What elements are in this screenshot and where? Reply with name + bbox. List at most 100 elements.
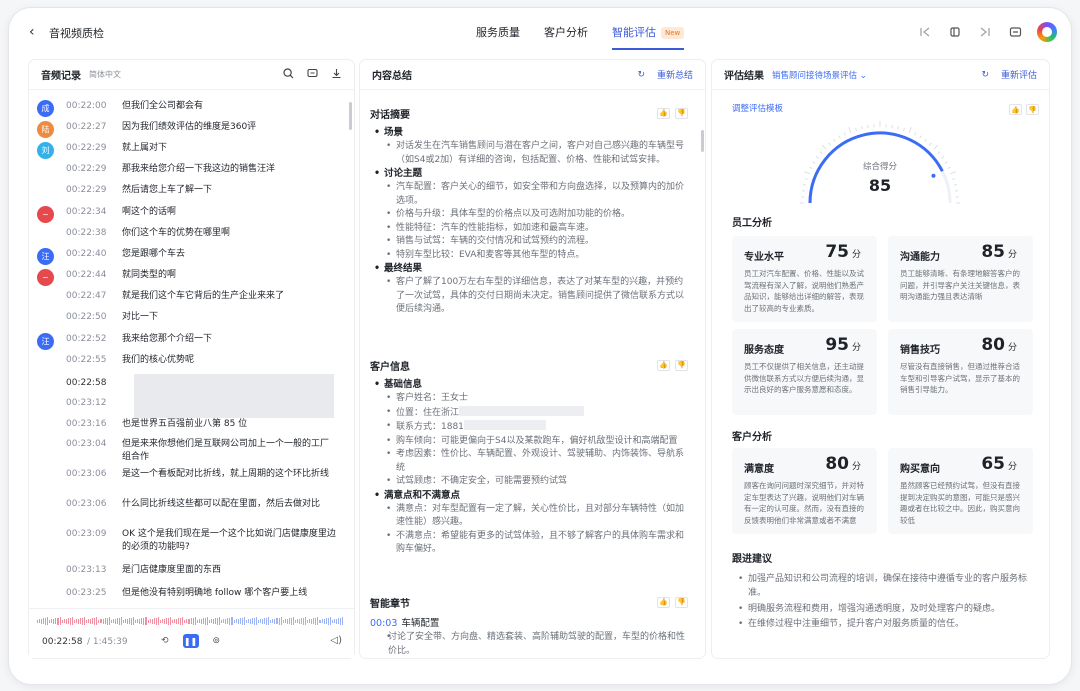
transcript-row[interactable]: 00:23:06 是这一个看板配对比折线，就上周期的这个环比折线 [37, 468, 337, 485]
bullet-text: 汽车配置：客户关心的细节，如安全带和方向盘选择，以及预算内的加价选项。 [396, 182, 685, 206]
row-time[interactable]: 00:23:09 [66, 528, 122, 541]
row-time[interactable]: 00:22:38 [66, 227, 122, 240]
row-time[interactable]: 00:22:27 [66, 121, 122, 134]
row-text: 但是他没有特别明确地 follow 哪个客户要上线 [122, 588, 308, 598]
tab-customer-analysis[interactable]: 客户分析 [532, 8, 600, 58]
re-evaluate-label: 重新评估 [1000, 71, 1037, 81]
top-bar: ‹ 音视频质检 服务质量 客户分析 智能评估 New [9, 8, 1071, 58]
row-text: 就同类型的啊 [122, 270, 177, 280]
transcript-row[interactable]: ~00:22:34 啊这个的话啊 [37, 206, 337, 223]
regenerate-summary-button[interactable]: ↻ 重新总结 [637, 68, 693, 82]
transcript-row[interactable]: 刘 00:22:29 就上属对下 [37, 142, 337, 159]
thumbs-down-icon[interactable]: 👎 [675, 359, 688, 371]
last-page-icon[interactable] [977, 24, 993, 40]
rewind-icon[interactable]: ⟲ [161, 636, 169, 646]
search-icon[interactable] [283, 67, 294, 82]
row-text: 也是世界五百强前业八第 85 位 [122, 419, 248, 429]
refresh-icon: ↻ [637, 69, 645, 80]
row-text: 我来给您那个介绍一下 [122, 334, 213, 344]
row-time[interactable]: 00:22:29 [66, 142, 122, 155]
adjust-template-link[interactable]: 调整评估模板 [732, 102, 783, 114]
transcript-row[interactable]: 00:22:47 就是我们这个车它背后的生产企业来来了 [37, 290, 337, 307]
thumbs-up-icon[interactable]: 👍 [1009, 104, 1022, 115]
scene-selector[interactable]: 销售顾问接待场景评估 ⌄ [772, 69, 867, 81]
speaker-avatar: 陆 [37, 121, 54, 138]
row-time[interactable]: 00:23:16 [66, 418, 122, 431]
thumbs-up-icon[interactable]: 👍 [657, 359, 670, 371]
back-button[interactable]: ‹ [29, 24, 35, 40]
transcript-row[interactable]: 汪 00:22:40 您是跟哪个车去 [37, 248, 337, 265]
transcript-scrollbar[interactable] [349, 102, 352, 130]
assistant-logo-icon[interactable] [1037, 22, 1057, 42]
gauge-tick [838, 135, 841, 139]
row-time[interactable]: 00:22:58 [66, 377, 122, 390]
transcript-row[interactable]: 汪 00:22:52 我来给您那个介绍一下 [37, 333, 337, 350]
transcript-row[interactable]: 00:23:04 但是来来你想他们是互联网公司加上一个一般的工厂组合作 [37, 438, 337, 464]
transcript-row[interactable]: 00:23:06 什么同比折线这些都可以配在里面，然后去做对比 [37, 498, 337, 515]
thumbs-down-icon[interactable]: 👎 [1026, 104, 1039, 115]
transcript-row[interactable]: 00:22:50 对比一下 [37, 311, 337, 328]
row-time[interactable]: 00:22:34 [66, 206, 122, 219]
row-time[interactable]: 00:23:12 [66, 397, 122, 410]
row-time[interactable]: 00:23:06 [66, 468, 122, 481]
row-time[interactable]: 00:22:50 [66, 311, 122, 324]
transcript-row[interactable]: 00:22:29 那我来给您介绍一下我这边的销售汪洋 [37, 163, 337, 180]
transcript-row[interactable]: 00:23:09 OK 这个是我们现在是一个这个比如说门店健康度里边的必须的功能吗… [37, 528, 337, 554]
subtitle-icon[interactable] [307, 68, 318, 82]
transcript-row[interactable]: 00:22:29 然后请您上车了解一下 [37, 184, 337, 201]
row-time[interactable]: 00:22:52 [66, 333, 122, 346]
transcript-row[interactable]: ~00:22:44 就同类型的啊 [37, 269, 337, 286]
tab-label: 客户分析 [544, 26, 588, 39]
bullet-heading: 讨论主题 [370, 167, 688, 181]
pause-button[interactable]: ❚❚ [182, 634, 199, 648]
bullet-text: 联系方式：1881 [396, 422, 464, 432]
row-time[interactable]: 00:23:06 [66, 498, 122, 511]
transcript-row[interactable]: 成 00:22:00 但我们全公司都会有 [37, 100, 337, 117]
volume-icon[interactable]: ◁) [330, 635, 342, 646]
transcript-row[interactable]: 陆 00:22:27 因为我们绩效评估的维度是360评 [37, 121, 337, 138]
scene-label: 销售顾问接待场景评估 [772, 70, 858, 81]
transcript-row[interactable]: 00:23:25 但是他没有特别明确地 follow 哪个客户要上线 [37, 587, 337, 604]
thumbs-up-icon[interactable]: 👍 [657, 596, 670, 608]
transcript-row[interactable]: 00:22:38 你们这个车的优势在哪里啊 [37, 227, 337, 244]
row-time[interactable]: 00:23:25 [66, 587, 122, 600]
language-selector[interactable]: 简体中文 [89, 69, 121, 80]
analysis-card: 服务态度 95 分员工不仅提供了相关信息，还主动提供微信联系方式以方便后续沟通，显示… [732, 329, 877, 415]
first-page-icon[interactable] [917, 24, 933, 40]
transcript-row[interactable]: 00:22:55 我们的核心优势呢 [37, 354, 337, 371]
waveform[interactable] [37, 617, 344, 625]
redacted-block [134, 374, 334, 418]
row-time[interactable]: 00:22:55 [66, 354, 122, 367]
row-text: 我们的核心优势呢 [122, 355, 195, 365]
tab-service-quality[interactable]: 服务质量 [464, 8, 532, 58]
row-time[interactable]: 00:22:00 [66, 100, 122, 113]
summary-scrollbar[interactable] [701, 130, 704, 152]
download-icon[interactable] [331, 68, 342, 82]
card-desc: 员工对汽车配置、价格、性能以及试驾流程有深入了解，说明他们熟悉产品知识，能够给出… [744, 269, 864, 313]
re-evaluate-button[interactable]: ↻ 重新评估 [981, 68, 1037, 82]
gauge-tick [828, 142, 831, 146]
analysis-card: 满意度 80 分顾客在询问问题时深究细节，并对特定车型表达了兴趣，说明他们对车辆有一… [732, 448, 877, 534]
thumbs-down-icon[interactable]: 👎 [675, 107, 688, 119]
row-text: 就上属对下 [122, 143, 168, 153]
tab-smart-evaluation[interactable]: 智能评估 New [600, 8, 696, 58]
chapter-item[interactable]: 00:03 车辆配置 [370, 617, 688, 631]
thumbs-down-icon[interactable]: 👎 [675, 596, 688, 608]
transcript-row[interactable]: 00:23:16 也是世界五百强前业八第 85 位 [37, 418, 337, 435]
row-time[interactable]: 00:23:13 [66, 564, 122, 577]
row-time[interactable]: 00:22:40 [66, 248, 122, 261]
gauge-tick [897, 126, 899, 130]
row-time[interactable]: 00:22:29 [66, 184, 122, 197]
chapter-time[interactable]: 00:03 [370, 618, 397, 629]
transcript-row[interactable]: 00:23:13 是门店健康度里面的东西 [37, 564, 337, 581]
row-time[interactable]: 00:22:47 [66, 290, 122, 303]
speed-icon[interactable]: ⊚ [213, 636, 221, 646]
row-time[interactable]: 00:23:04 [66, 438, 122, 451]
analysis-card: 销售技巧 80 分尽管没有直接销售，但通过推荐合适车型和引导客户试驾，显示了基本的销… [888, 329, 1033, 415]
row-time[interactable]: 00:22:44 [66, 269, 122, 282]
comment-icon[interactable] [1007, 24, 1023, 40]
thumbs-up-icon[interactable]: 👍 [657, 107, 670, 119]
split-view-icon[interactable] [947, 24, 963, 40]
row-time[interactable]: 00:22:29 [66, 163, 122, 176]
gauge-tick [903, 127, 905, 131]
